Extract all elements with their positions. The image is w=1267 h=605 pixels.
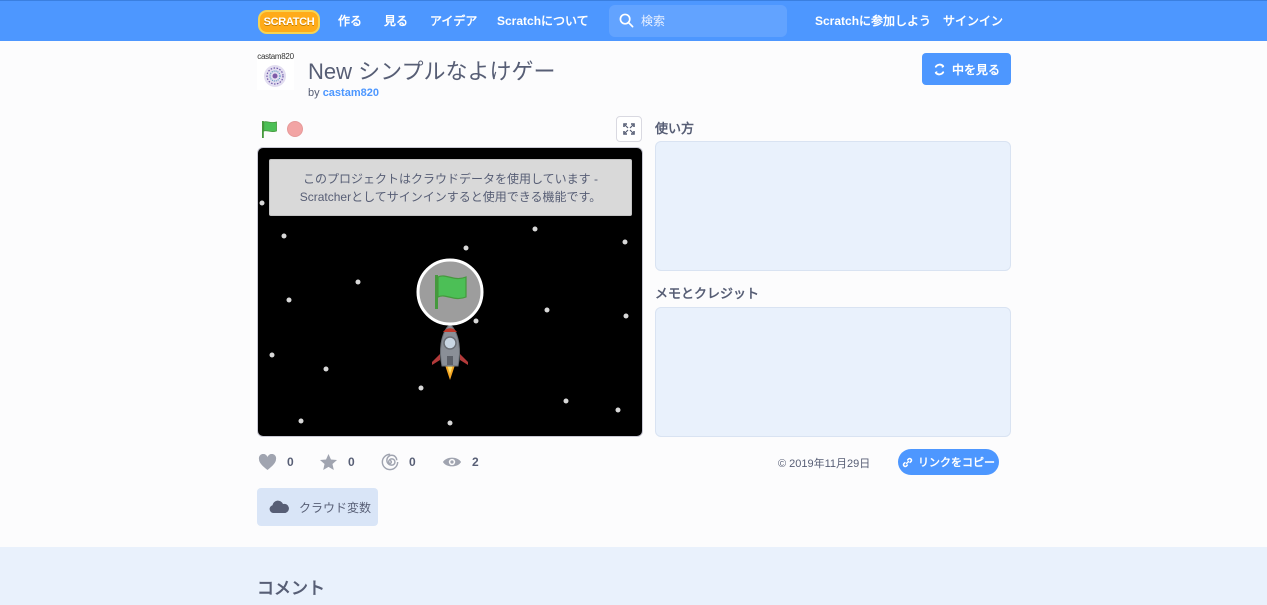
scratch-logo[interactable]: SCRATCH — [258, 10, 320, 34]
love-stat[interactable]: 0 — [258, 452, 294, 472]
cloud-data-notice: このプロジェクトはクラウドデータを使用しています - Scratcherとしてサ… — [269, 159, 632, 216]
author-avatar[interactable]: castam820 — [257, 53, 294, 90]
search-icon — [619, 13, 634, 28]
views-count: 2 — [472, 455, 479, 469]
instructions-title: 使い方 — [655, 121, 695, 136]
stop-button[interactable] — [287, 121, 303, 137]
eye-icon — [442, 457, 462, 467]
by-label: by — [308, 87, 320, 99]
author-link[interactable]: castam820 — [323, 87, 379, 99]
green-flag-icon[interactable] — [259, 119, 279, 139]
avatar-image — [264, 65, 286, 87]
cloud-variables-label: クラウド変数 — [299, 500, 372, 515]
favorite-stat[interactable]: 0 — [319, 452, 355, 472]
project-byline: by castam820 — [308, 87, 379, 99]
fullscreen-button[interactable] — [616, 116, 642, 142]
see-inside-label: 中を見る — [951, 62, 1000, 77]
nav-ideas[interactable]: アイデア — [430, 1, 477, 41]
instructions-box — [655, 141, 1011, 271]
remix-arrows-icon — [934, 63, 945, 75]
notes-box — [655, 307, 1011, 437]
fullscreen-icon — [623, 123, 635, 135]
nav-join[interactable]: Scratchに参加しよう — [815, 1, 931, 41]
green-flag-overlay — [416, 258, 484, 326]
nav-about[interactable]: Scratchについて — [497, 1, 589, 41]
star-icon — [319, 453, 338, 471]
notes-title: メモとクレジット — [655, 286, 760, 301]
comments-title: コメント — [257, 579, 325, 598]
remix-spiral-icon — [381, 453, 399, 471]
see-inside-button[interactable]: 中を見る — [922, 53, 1011, 85]
love-count: 0 — [287, 455, 294, 469]
cloud-notice-line2: Scratcherとしてサインインすると使用できる機能です。 — [299, 190, 602, 204]
share-date: © 2019年11月29日 — [778, 458, 871, 470]
search-box[interactable] — [609, 5, 787, 37]
project-stage[interactable]: このプロジェクトはクラウドデータを使用しています - Scratcherとしてサ… — [257, 147, 643, 437]
cloud-variables-tag: クラウド変数 — [257, 488, 378, 526]
nav-create[interactable]: 作る — [338, 1, 362, 41]
remix-count: 0 — [409, 455, 416, 469]
cloud-notice-line1: このプロジェクトはクラウドデータを使用しています - — [303, 172, 598, 186]
copy-link-button[interactable]: リンクをコピー — [898, 449, 999, 475]
cloud-icon — [269, 500, 289, 513]
project-title: New シンプルなよけゲー — [308, 59, 556, 84]
search-input[interactable] — [641, 11, 781, 31]
rocket-sprite — [432, 323, 468, 380]
comments-section — [0, 547, 1267, 605]
nav-explore[interactable]: 見る — [384, 1, 408, 41]
views-stat: 2 — [442, 452, 479, 472]
link-icon — [902, 457, 913, 467]
nav-sign-in[interactable]: サインイン — [943, 1, 1003, 41]
favorite-count: 0 — [348, 455, 355, 469]
heart-icon — [258, 453, 277, 470]
top-navbar: SCRATCH 作る 見る アイデア Scratchについて Scratchに参… — [0, 0, 1267, 41]
copy-link-label: リンクをコピー — [918, 457, 995, 469]
remix-stat: 0 — [381, 452, 416, 472]
